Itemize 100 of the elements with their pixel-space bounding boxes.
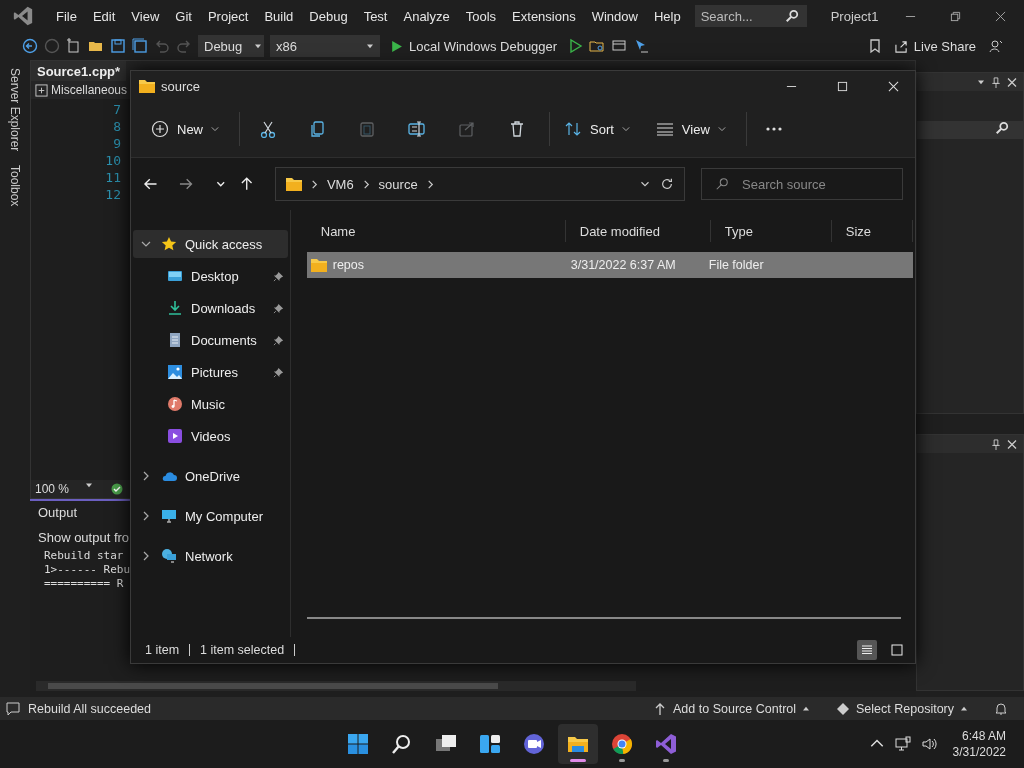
folder-app-button[interactable] — [558, 724, 598, 764]
plus-circle-icon — [151, 120, 169, 138]
status-text: 1 item selected — [200, 643, 285, 657]
type-cell-text: File folder — [707, 258, 765, 272]
search-icon[interactable] — [995, 121, 1009, 135]
nav-item[interactable]: Music — [133, 390, 288, 418]
document-icon — [167, 332, 183, 348]
line-number: 8 — [113, 118, 121, 135]
close-icon[interactable] — [1007, 438, 1017, 450]
rename-icon — [408, 120, 426, 138]
pin-icon[interactable] — [991, 438, 1001, 450]
cursor-icon[interactable] — [633, 38, 650, 54]
side-tab[interactable]: Server Explorer — [8, 68, 22, 152]
menu-item[interactable]: File — [48, 4, 85, 28]
sort-button[interactable]: Sort — [549, 112, 640, 146]
column-header[interactable]: Name — [306, 220, 566, 242]
up-arrow-icon[interactable] — [239, 176, 255, 192]
pin-icon[interactable] — [991, 76, 1001, 88]
more-icon — [766, 127, 783, 131]
save-all-icon[interactable] — [132, 38, 148, 54]
platform-dropdown[interactable]: x86 — [270, 35, 380, 57]
back-arrow-icon[interactable] — [143, 176, 159, 192]
breadcrumb[interactable]: source — [378, 176, 418, 192]
source-control-button[interactable]: Add to Source Control — [653, 701, 811, 716]
folder-icon — [285, 177, 302, 191]
menu-item[interactable]: Edit — [84, 4, 124, 28]
nav-item[interactable]: Quick access — [133, 230, 288, 258]
refresh-icon[interactable] — [660, 177, 674, 191]
bell-icon[interactable] — [994, 701, 1008, 716]
save-icon[interactable] — [110, 38, 126, 54]
menu-item[interactable]: Test — [355, 4, 396, 28]
new-project-icon[interactable] — [66, 38, 82, 54]
caret-icon[interactable] — [977, 79, 985, 85]
nav-item[interactable]: Downloads — [133, 294, 288, 322]
share-icon — [458, 120, 476, 138]
menu-item[interactable]: View — [123, 4, 168, 28]
file-row[interactable]: repos 3/31/2022 6:37 AM File folder — [306, 252, 913, 278]
nav-item[interactable]: Desktop — [133, 262, 288, 290]
menu-item[interactable]: Extensions — [504, 4, 584, 28]
list-icon — [861, 644, 873, 656]
details-view-button[interactable] — [857, 640, 877, 660]
close-icon[interactable] — [995, 10, 1006, 22]
feedback-icon[interactable] — [988, 38, 1004, 54]
search-field[interactable]: Search source — [701, 168, 903, 200]
volume-icon[interactable] — [920, 736, 937, 752]
chevron-right-icon[interactable] — [141, 511, 151, 521]
column-header[interactable]: Date modified — [565, 220, 711, 242]
network-icon[interactable] — [894, 736, 911, 752]
zoom-dropdown[interactable]: 100 % — [35, 482, 94, 496]
menu-item[interactable]: Project — [199, 4, 257, 28]
chevron-down-icon[interactable] — [141, 239, 151, 249]
back-icon[interactable] — [22, 38, 38, 54]
play-outline-icon[interactable] — [567, 38, 584, 54]
live-share-button[interactable]: Live Share — [888, 38, 982, 54]
menu-item[interactable]: Tools — [457, 4, 505, 28]
chevron-right-icon[interactable] — [361, 179, 371, 189]
menu-item[interactable]: Window — [583, 4, 646, 28]
horizontal-scrollbar[interactable] — [36, 681, 636, 691]
chevron-right-icon[interactable] — [309, 179, 319, 189]
nav-item[interactable]: My Computer — [133, 502, 288, 530]
run-button[interactable]: Local Windows Debugger — [386, 38, 562, 54]
column-header[interactable]: Size — [831, 220, 913, 242]
nav-item[interactable]: Documents — [133, 326, 288, 354]
search-icon — [715, 177, 729, 191]
menu-item[interactable]: Build — [256, 4, 302, 28]
browser-icon — [610, 732, 634, 756]
restore-icon[interactable] — [950, 10, 961, 22]
nav-item[interactable]: Videos — [133, 422, 288, 450]
maximize-icon[interactable] — [837, 80, 848, 92]
menu-item[interactable]: Help — [645, 4, 689, 28]
repository-button[interactable]: Select Repository — [836, 701, 968, 716]
forward-arrow-icon[interactable] — [178, 176, 194, 192]
windows-logo-icon — [346, 732, 370, 756]
clock-date[interactable]: 3/31/2022 — [952, 744, 1006, 760]
side-tab[interactable]: Toolbox — [8, 165, 22, 207]
folder-search-icon[interactable] — [589, 38, 606, 54]
message-icon[interactable] — [6, 701, 20, 716]
view-button[interactable]: View — [645, 112, 736, 146]
menu-item[interactable]: Analyze — [395, 4, 458, 28]
breadcrumb[interactable]: VM6 — [326, 176, 354, 192]
chevron-right-icon[interactable] — [141, 471, 151, 481]
clock-time[interactable]: 6:48 AM — [961, 728, 1006, 744]
nav-item[interactable]: Network — [133, 542, 288, 570]
chevron-right-icon[interactable] — [141, 551, 151, 561]
star-icon — [161, 236, 177, 252]
new-button[interactable]: New — [141, 112, 229, 146]
menu-item[interactable]: Debug — [301, 4, 356, 28]
search-field[interactable]: Search... — [694, 5, 807, 27]
document-tab[interactable]: Source1.cpp* — [31, 61, 127, 81]
nav-item[interactable]: OneDrive — [133, 462, 288, 490]
scope-dropdown[interactable]: Miscellaneous — [35, 83, 128, 97]
nav-label: My Computer — [185, 508, 264, 524]
close-icon[interactable] — [1007, 76, 1017, 88]
menu-item[interactable]: Git — [167, 4, 200, 28]
nav-item[interactable]: Pictures — [133, 358, 288, 386]
configuration-dropdown[interactable]: Debug — [198, 35, 264, 57]
layout-icon[interactable] — [611, 38, 628, 54]
chevron-right-icon[interactable] — [425, 179, 435, 189]
address-bar[interactable]: VM6 source — [274, 167, 685, 201]
column-header[interactable]: Type — [710, 220, 832, 242]
